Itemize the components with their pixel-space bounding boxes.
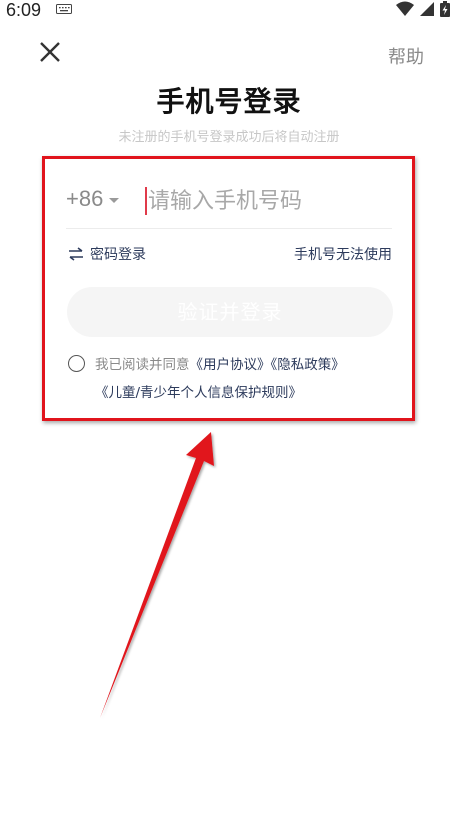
help-link[interactable]: 帮助 [388,43,424,69]
annotation-highlight-box [42,156,415,421]
close-icon[interactable] [36,38,64,66]
status-time: 6:09 [6,0,42,20]
keyboard-icon [56,4,72,14]
subtitle: 未注册的手机号登录成功后将自动注册 [118,130,340,145]
status-icons [396,1,450,17]
page-title: 手机号登录 [156,85,302,118]
wifi-icon [396,1,414,16]
signal-icon [420,2,434,16]
battery-charging-icon [440,1,450,17]
